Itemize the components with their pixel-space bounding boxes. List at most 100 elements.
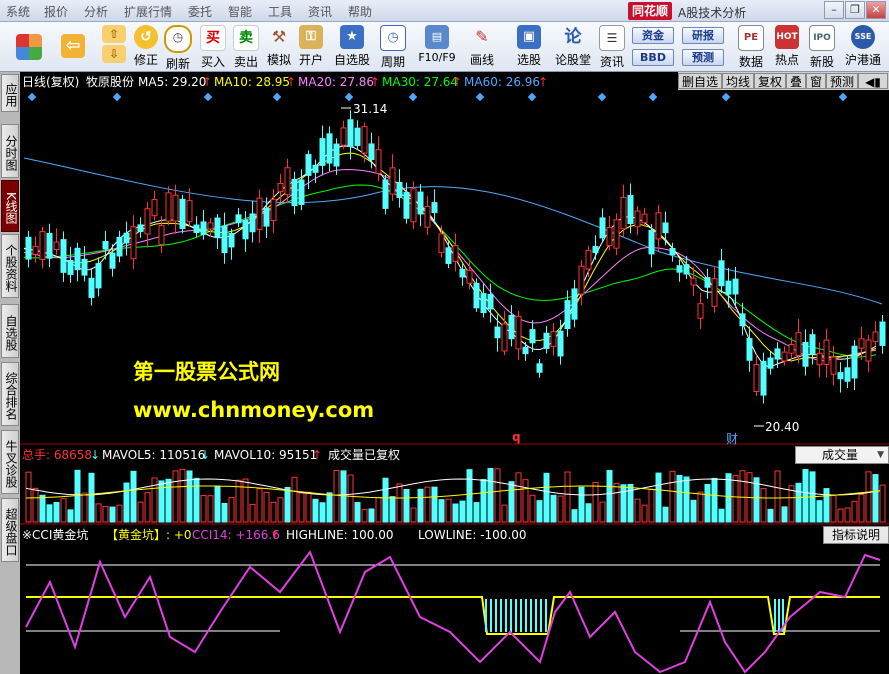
- volume-bar: [767, 508, 774, 523]
- volume-bar: [487, 467, 494, 523]
- predict-button[interactable]: 预测: [826, 73, 859, 89]
- fund-button[interactable]: 资金: [632, 27, 674, 44]
- volume-bar: [634, 498, 641, 523]
- window-controls: – ❐ ✕: [824, 1, 888, 20]
- menu-ext-market[interactable]: 扩展行情: [124, 3, 172, 20]
- tab-intraday[interactable]: 分时图: [1, 124, 19, 178]
- highline-value: HIGHLINE: 100.00: [286, 528, 394, 542]
- chevron-down-icon: ▼: [877, 450, 884, 460]
- layout-button[interactable]: [14, 25, 44, 69]
- tab-diagnosis[interactable]: 牛叉诊股: [1, 430, 19, 494]
- close-icon[interactable]: ✕: [866, 1, 886, 19]
- volume-bar: [424, 486, 431, 523]
- menu-analysis[interactable]: 分析: [84, 3, 108, 20]
- volume-bar: [186, 470, 193, 523]
- tab-apps[interactable]: 应用: [1, 74, 19, 112]
- forecast-button[interactable]: 预测: [682, 49, 724, 66]
- ma-button[interactable]: 均线: [722, 73, 755, 89]
- open-account-button[interactable]: ⚿ 开户: [296, 25, 326, 69]
- period-label: 周期: [380, 55, 405, 69]
- marker-diamond: [27, 92, 37, 102]
- indicator-name[interactable]: ※CCI黄金坑: [22, 526, 88, 544]
- buy-button[interactable]: 买 买入: [198, 25, 228, 69]
- menu-tools[interactable]: 工具: [268, 3, 292, 20]
- indicator-help-button[interactable]: 指标说明: [823, 526, 889, 544]
- sell-button[interactable]: 卖 卖出: [231, 25, 261, 69]
- updown-button[interactable]: ⇧ ⇩: [99, 25, 129, 69]
- candle-body: [802, 342, 809, 367]
- tab-stock-info[interactable]: 个股资料: [1, 234, 19, 298]
- volume-bar: [564, 471, 571, 523]
- draw-line-button[interactable]: ✎ 画线: [467, 25, 497, 69]
- remove-watchlist-button[interactable]: 删自选: [678, 73, 723, 89]
- refresh-button[interactable]: ◷ 刷新: [163, 25, 193, 71]
- volume-bar: [270, 501, 277, 523]
- menu-quote[interactable]: 报价: [44, 3, 68, 20]
- expand-icon[interactable]: ◀▮: [858, 73, 888, 89]
- candle-body: [249, 213, 256, 233]
- ipo-button[interactable]: IPO 新股: [807, 25, 837, 69]
- volume-bar: [543, 472, 550, 523]
- candle-body: [298, 179, 305, 205]
- tab-super-panel[interactable]: 超级盘口: [1, 498, 19, 562]
- menu-order[interactable]: 委托: [188, 3, 212, 20]
- candle-body: [529, 329, 536, 344]
- volume-bar: [851, 500, 858, 523]
- restore-icon[interactable]: ❐: [845, 1, 865, 19]
- minimize-icon[interactable]: –: [824, 1, 844, 19]
- volume-bar: [641, 504, 648, 523]
- data-button[interactable]: PE 数据: [736, 25, 766, 69]
- volume-bar: [74, 469, 81, 523]
- marker-diamond: [475, 92, 485, 102]
- volume-bar: [711, 477, 718, 523]
- monitor-icon: ▣: [517, 25, 541, 49]
- watchlist-label: 自选股: [334, 53, 371, 67]
- volume-bar: [438, 499, 445, 523]
- candle-body: [165, 192, 172, 222]
- hk-connect-button[interactable]: SSE 沪港通: [845, 25, 881, 69]
- forum-button[interactable]: 论 论股堂: [555, 25, 591, 69]
- candle-body: [774, 348, 781, 360]
- f10-button[interactable]: ▤ F10/F9: [418, 25, 456, 69]
- hotspot-button[interactable]: HOT 热点: [772, 25, 802, 69]
- candle-body: [74, 247, 81, 271]
- revise-button[interactable]: ↺ 修正: [131, 25, 161, 69]
- candle-body: [732, 278, 739, 295]
- menu-system[interactable]: 系统: [6, 3, 30, 20]
- candle-body: [382, 179, 389, 209]
- adjust-button[interactable]: 复权: [754, 73, 787, 89]
- volume-bar: [879, 484, 886, 523]
- stock-picker-button[interactable]: ▣ 选股: [514, 25, 544, 69]
- volume-bar: [725, 473, 732, 523]
- back-button[interactable]: ⇦: [58, 25, 88, 69]
- menu-smart[interactable]: 智能: [228, 3, 252, 20]
- volume-bar: [669, 470, 676, 523]
- tab-ranking[interactable]: 综合排名: [1, 362, 19, 426]
- menu-news[interactable]: 资讯: [308, 3, 332, 20]
- ma60-value: MA60: 26.96: [464, 75, 541, 89]
- menu-help[interactable]: 帮助: [348, 3, 372, 20]
- news-label: 资讯: [599, 55, 624, 69]
- tab-watchlist[interactable]: 自选股: [1, 304, 19, 358]
- candle-body: [200, 221, 207, 235]
- overlay-button[interactable]: 叠: [786, 73, 807, 89]
- cci-line: [25, 549, 881, 674]
- candle-body: [445, 247, 452, 264]
- volume-indicator-select[interactable]: 成交量 ▼: [795, 446, 889, 464]
- tab-kline[interactable]: K线图: [1, 180, 19, 232]
- window-button[interactable]: 窗: [806, 73, 827, 89]
- volume-bar: [795, 482, 802, 523]
- toolbar: ⇦ ⇧ ⇩ ↺ 修正 ◷ 刷新 买 买入 卖 卖出 ⚒ 模拟 ⚿ 开户 ★ 自选…: [0, 22, 889, 72]
- event-marker-finance[interactable]: 财: [726, 430, 738, 447]
- watchlist-button[interactable]: ★ 自选股: [334, 25, 370, 69]
- candle-body: [340, 127, 347, 146]
- candle-body: [277, 182, 284, 193]
- period-button[interactable]: ◷ 周期: [378, 25, 408, 69]
- candle-body: [522, 346, 529, 355]
- report-button[interactable]: 研报: [682, 27, 724, 44]
- candle-body: [494, 326, 501, 339]
- bbd-button[interactable]: BBD: [632, 49, 674, 66]
- simulate-button[interactable]: ⚒ 模拟: [264, 25, 294, 69]
- event-marker-q[interactable]: q: [512, 430, 521, 444]
- news-button[interactable]: ☰ 资讯: [597, 25, 627, 69]
